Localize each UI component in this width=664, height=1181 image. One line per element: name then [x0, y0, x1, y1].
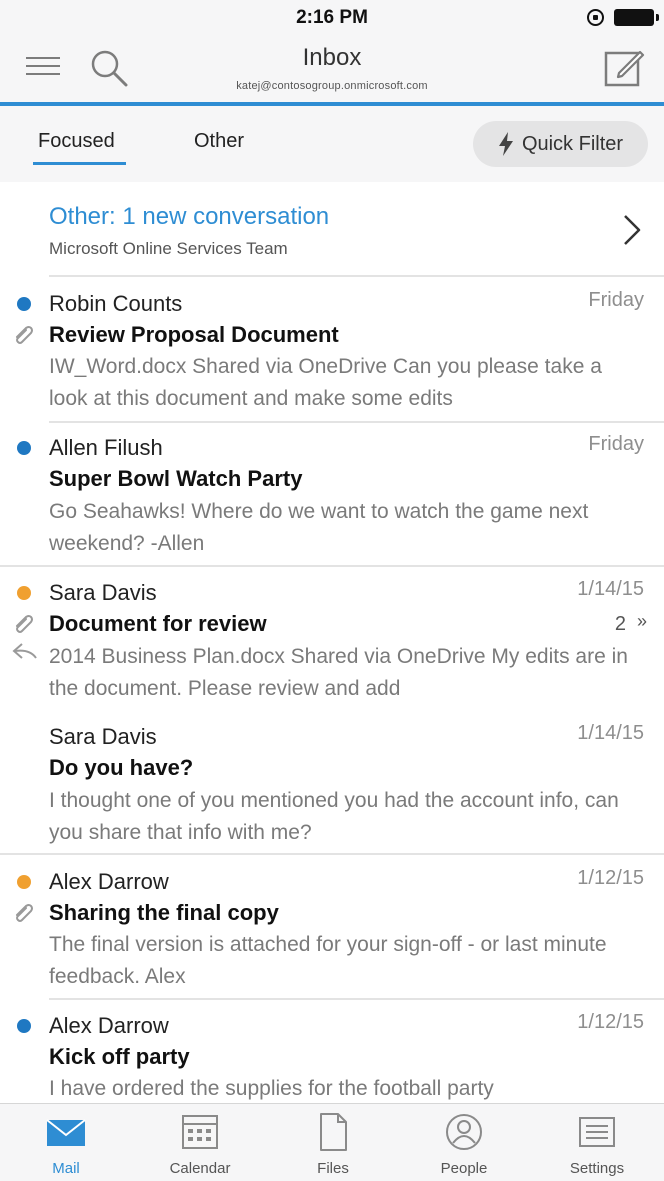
paperclip-icon [16, 904, 33, 922]
message-date: 1/12/15 [577, 867, 644, 889]
message-sender: Alex Darrow [49, 869, 169, 894]
settings-icon [579, 1117, 615, 1147]
thread-chevrons-icon: » [636, 611, 647, 631]
message-subject: Document for review [49, 611, 267, 636]
message-subject: Do you have? [49, 755, 194, 780]
quick-filter-label: Quick Filter [521, 132, 624, 155]
message-date: 1/12/15 [577, 1011, 644, 1033]
reply-icon [12, 643, 37, 659]
compose-icon[interactable] [603, 46, 645, 88]
files-icon [320, 1113, 347, 1151]
message-subject: Review Proposal Document [49, 322, 339, 347]
tab-files[interactable]: Files [278, 1112, 388, 1177]
tab-calendar[interactable]: Calendar [145, 1112, 255, 1177]
battery-icon [614, 9, 659, 26]
other-banner-subtitle: Microsoft Online Services Team [49, 239, 288, 258]
tab-people[interactable]: People [409, 1112, 519, 1177]
message-subject: Kick off party [49, 1044, 190, 1069]
message-preview: IW_Word.docx Shared via OneDrive Can you… [49, 355, 602, 410]
tab-settings[interactable]: Settings [542, 1112, 652, 1177]
flag-dot [17, 586, 31, 600]
mail-icon [46, 1119, 86, 1146]
page-title: Inbox [302, 44, 362, 71]
message-sender: Allen Filush [49, 435, 163, 460]
message-subject: Super Bowl Watch Party [49, 466, 303, 491]
tab-focused-underline [33, 162, 126, 165]
message-preview: I have ordered the supplies for the foot… [49, 1077, 494, 1100]
tab-people-label: People [440, 1160, 488, 1177]
people-icon [446, 1114, 482, 1150]
other-banner-title: Other: 1 new conversation [49, 203, 330, 230]
status-time: 2:16 PM [296, 7, 368, 28]
thread-count: 2 [614, 613, 626, 635]
message-sender: Alex Darrow [49, 1013, 169, 1038]
message-subject: Sharing the final copy [49, 900, 279, 925]
message-sender: Sara Davis [49, 724, 157, 749]
flag-dot [17, 875, 31, 889]
quick-filter-button[interactable]: Quick Filter [473, 121, 648, 167]
tab-focused[interactable]: Focused [38, 130, 115, 153]
chevron-right-icon [624, 215, 641, 245]
message-preview: I thought one of you mentioned you had t… [49, 789, 619, 844]
unread-dot [17, 441, 31, 455]
message-date: Friday [588, 433, 644, 455]
account-email: katej@contosogroup.onmicrosoft.com [236, 80, 428, 92]
tab-files-label: Files [317, 1160, 349, 1177]
message-date: Friday [588, 289, 644, 311]
message-preview: The final version is attached for your s… [49, 933, 607, 988]
message-preview: 2014 Business Plan.docx Shared via OneDr… [49, 645, 628, 700]
tab-mail[interactable]: Mail [11, 1112, 121, 1177]
tab-settings-label: Settings [569, 1160, 625, 1177]
tab-mail-label: Mail [52, 1160, 80, 1177]
paperclip-icon [16, 615, 33, 633]
status-icons [587, 9, 659, 26]
orientation-lock-icon [587, 9, 604, 26]
message-date: 1/14/15 [577, 722, 644, 744]
message-sender: Robin Counts [49, 291, 183, 316]
bolt-icon [498, 132, 513, 156]
message-date: 1/14/15 [577, 578, 644, 600]
tab-calendar-label: Calendar [169, 1160, 231, 1177]
paperclip-icon [16, 326, 33, 344]
message-preview: Go Seahawks! Where do we want to watch t… [49, 500, 589, 555]
unread-dot [17, 297, 31, 311]
tab-other[interactable]: Other [194, 130, 244, 153]
unread-dot [17, 1019, 31, 1033]
calendar-icon [182, 1115, 218, 1149]
message-sender: Sara Davis [49, 580, 157, 605]
